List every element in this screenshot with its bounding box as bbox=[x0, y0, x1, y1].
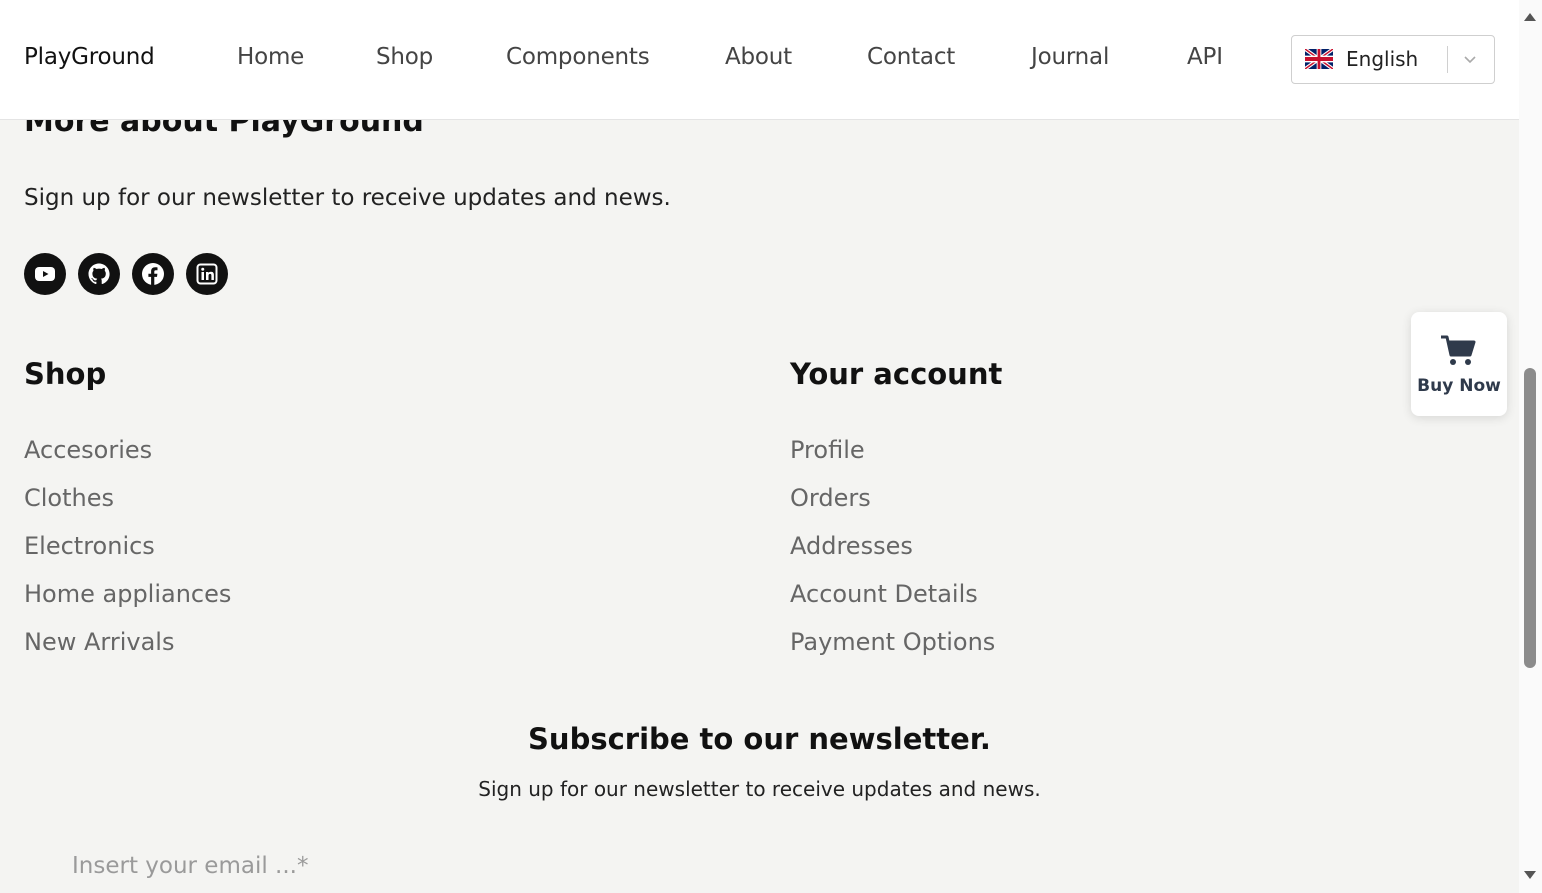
scroll-up-arrow-icon[interactable] bbox=[1523, 11, 1537, 23]
language-select[interactable]: English bbox=[1291, 35, 1495, 84]
shop-link-accessories[interactable]: Accesories bbox=[24, 436, 152, 464]
newsletter-email-input[interactable] bbox=[56, 846, 788, 886]
cart-icon bbox=[1441, 335, 1476, 365]
brand-logo[interactable]: PlayGround bbox=[24, 44, 155, 70]
scrollbar-thumb[interactable] bbox=[1524, 368, 1536, 668]
shop-link-electronics[interactable]: Electronics bbox=[24, 532, 155, 560]
buy-now-button[interactable]: Buy Now bbox=[1411, 312, 1507, 416]
nav-home[interactable]: Home bbox=[237, 44, 304, 70]
nav-contact[interactable]: Contact bbox=[867, 44, 955, 70]
github-button[interactable] bbox=[78, 253, 120, 295]
nav-about[interactable]: About bbox=[725, 44, 792, 70]
shop-section-title: Shop bbox=[24, 357, 107, 391]
account-link-profile[interactable]: Profile bbox=[790, 436, 865, 464]
facebook-button[interactable] bbox=[132, 253, 174, 295]
account-link-orders[interactable]: Orders bbox=[790, 484, 871, 512]
youtube-icon bbox=[35, 267, 55, 281]
newsletter-description: Sign up for our newsletter to receive up… bbox=[478, 777, 1041, 801]
shop-link-new-arrivals[interactable]: New Arrivals bbox=[24, 628, 174, 656]
shop-link-clothes[interactable]: Clothes bbox=[24, 484, 114, 512]
account-link-account-details[interactable]: Account Details bbox=[790, 580, 978, 608]
nav-api[interactable]: API bbox=[1187, 44, 1223, 70]
page: More about PlayGround Sign up for our ne… bbox=[0, 0, 1519, 893]
vertical-scrollbar[interactable] bbox=[1519, 0, 1542, 893]
language-separator bbox=[1447, 46, 1448, 73]
chevron-down-icon bbox=[1464, 56, 1476, 64]
uk-flag-icon bbox=[1305, 49, 1333, 69]
linkedin-button[interactable] bbox=[186, 253, 228, 295]
newsletter-title: Subscribe to our newsletter. bbox=[528, 722, 991, 756]
site-header: PlayGround Home Shop Components About Co… bbox=[0, 0, 1519, 120]
nav-components[interactable]: Components bbox=[506, 44, 650, 70]
nav-journal[interactable]: Journal bbox=[1031, 44, 1109, 70]
account-link-payment-options[interactable]: Payment Options bbox=[790, 628, 995, 656]
youtube-button[interactable] bbox=[24, 253, 66, 295]
account-link-addresses[interactable]: Addresses bbox=[790, 532, 913, 560]
scroll-down-arrow-icon[interactable] bbox=[1523, 869, 1537, 881]
nav-shop[interactable]: Shop bbox=[376, 44, 433, 70]
account-section-title: Your account bbox=[790, 357, 1003, 391]
more-about-description: Sign up for our newsletter to receive up… bbox=[24, 185, 671, 211]
github-icon bbox=[88, 263, 110, 285]
buy-now-label: Buy Now bbox=[1417, 376, 1501, 396]
language-label: English bbox=[1346, 47, 1419, 71]
facebook-icon bbox=[142, 263, 164, 285]
shop-link-home-appliances[interactable]: Home appliances bbox=[24, 580, 231, 608]
linkedin-icon bbox=[196, 263, 218, 285]
